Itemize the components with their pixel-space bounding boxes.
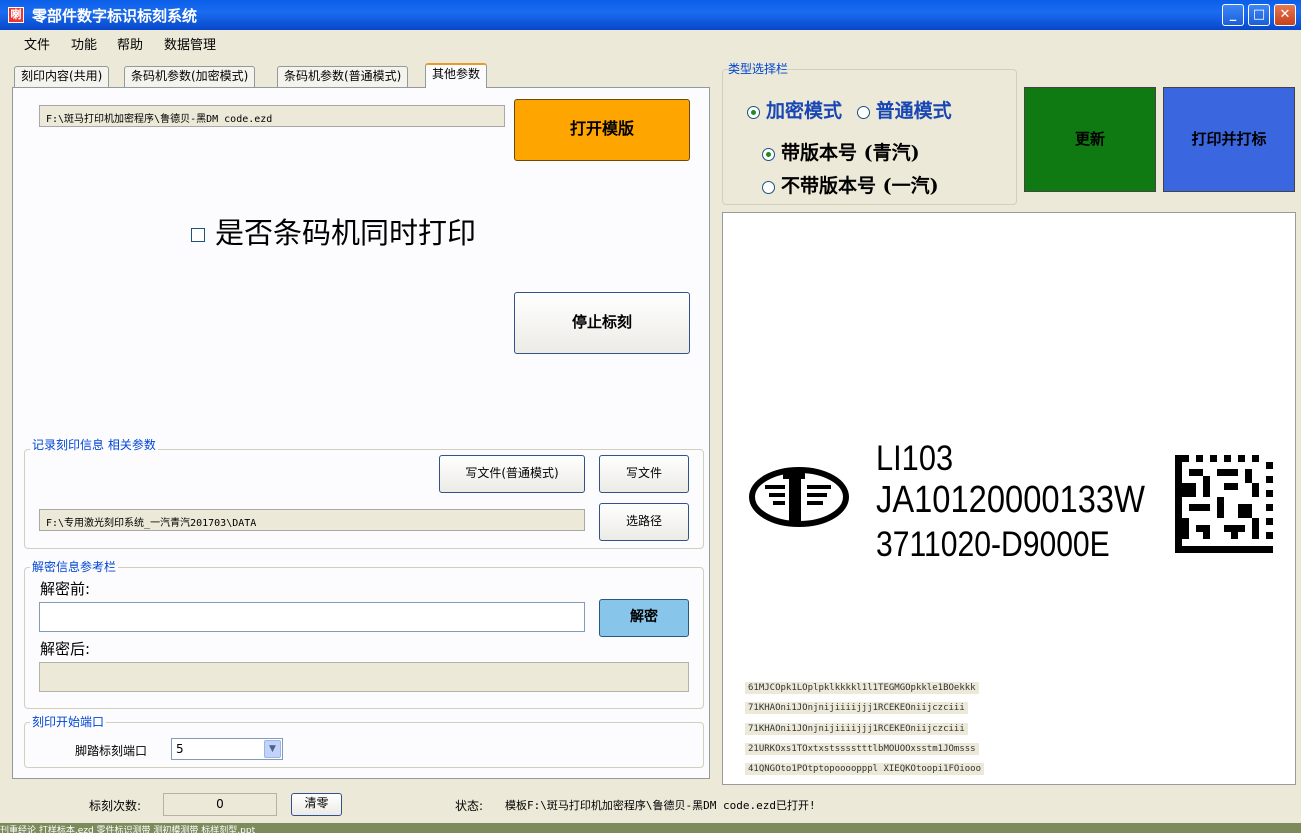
- radio-selected-icon[interactable]: [747, 105, 760, 119]
- data-path-field: F:\专用激光刻印系统_一汽青汽201703\DATA: [39, 509, 585, 531]
- chevron-down-icon[interactable]: ▼: [264, 740, 281, 758]
- menu-help[interactable]: 帮助: [117, 34, 143, 53]
- mark-count-label: 标刻次数:: [89, 799, 142, 813]
- radio-icon[interactable]: [856, 105, 870, 119]
- label-line-part-number: 3711020-D9000E: [876, 525, 1110, 564]
- minimize-button[interactable]: _: [1222, 4, 1244, 26]
- menu-bar: 文件 功能 帮助 数据管理: [0, 30, 1301, 54]
- other-params-panel: F:\斑马打印机加密程序\鲁德贝-黑DM code.ezd 打开模版 是否条码机…: [12, 87, 710, 779]
- write-file-button[interactable]: 写文件: [599, 455, 689, 493]
- decrypt-group-legend: 解密信息参考栏: [30, 558, 119, 575]
- update-button[interactable]: 更新: [1024, 87, 1156, 192]
- window-title: 零部件数字标识标刻系统: [32, 7, 198, 25]
- select-path-button[interactable]: 选路径: [599, 503, 689, 541]
- close-button[interactable]: ✕: [1274, 4, 1296, 26]
- taskbar-strip: 刊重经论 打样标本.ezd 零件标识测带 测初模测带 标样刻型.ppt: [0, 823, 1301, 833]
- radio-icon[interactable]: [762, 180, 775, 194]
- record-group-legend: 记录刻印信息 相关参数: [30, 436, 158, 453]
- menu-data-management[interactable]: 数据管理: [164, 34, 216, 53]
- radio-selected-icon[interactable]: [762, 147, 775, 161]
- code-line-1: 61MJCOpk1LOplpklkkkkl1l1TEGMGOpkkle1BOek…: [745, 682, 979, 694]
- port-group-legend: 刻印开始端口: [30, 713, 107, 730]
- normal-mode-radio[interactable]: 普通模式: [856, 100, 952, 122]
- maximize-button[interactable]: □: [1248, 4, 1270, 26]
- before-decrypt-label: 解密前:: [40, 580, 91, 598]
- code-line-5: 41QNGOto1POtptopoooopppl XIEQKOtoopi1FOi…: [745, 763, 984, 775]
- label-line-model: LI103: [876, 439, 954, 478]
- code-line-3: 71KHAOni1JOnjnijiiiijjj1RCEKEOniijczciii: [745, 723, 968, 735]
- open-template-button[interactable]: 打开模版: [514, 99, 690, 161]
- barcode-sync-label: 是否条码机同时打印: [215, 216, 477, 250]
- after-decrypt-field: [39, 662, 689, 692]
- checkbox-box[interactable]: [191, 228, 205, 242]
- without-version-radio[interactable]: 不带版本号 (一汽): [762, 171, 939, 198]
- write-file-normal-button[interactable]: 写文件(普通模式): [439, 455, 585, 493]
- menu-file[interactable]: 文件: [24, 34, 50, 53]
- faw-logo: [749, 467, 849, 527]
- code-line-4: 21URKOxs1TOxtxstsssstttlbMOUOOxsstm1JOms…: [745, 743, 979, 755]
- without-version-label: 不带版本号 (一汽): [781, 175, 939, 197]
- reset-count-button[interactable]: 清零: [291, 793, 342, 816]
- datamatrix-code: [1175, 455, 1273, 553]
- pedal-port-label: 脚踏标刻端口: [75, 744, 148, 758]
- print-and-mark-button[interactable]: 打印并打标: [1163, 87, 1295, 192]
- with-version-label: 带版本号 (青汽): [781, 142, 920, 164]
- before-decrypt-input[interactable]: [39, 602, 585, 632]
- label-preview: LI103 JA10120000133W 3711020-D9000E 61MJ…: [722, 212, 1296, 785]
- title-bar: 喇 零部件数字标识标刻系统 _ □ ✕: [0, 0, 1301, 30]
- pedal-port-select[interactable]: 5 ▼: [171, 738, 283, 760]
- pedal-port-value: 5: [176, 742, 184, 756]
- code-line-2: 71KHAOni1JOnjnijiiiijjj1RCEKEOniijczciii: [745, 702, 968, 714]
- tab-barcode-normal[interactable]: 条码机参数(普通模式): [277, 66, 409, 87]
- label-line-serial: JA10120000133W: [876, 479, 1145, 521]
- after-decrypt-label: 解密后:: [40, 640, 91, 658]
- type-group-legend: 类型选择栏: [728, 62, 789, 76]
- status-message: 模板F:\斑马打印机加密程序\鲁德贝-黑DM code.ezd已打开!: [505, 799, 816, 812]
- encrypt-mode-radio[interactable]: 加密模式: [747, 100, 842, 122]
- with-version-radio[interactable]: 带版本号 (青汽): [762, 138, 920, 165]
- tab-other-params[interactable]: 其他参数: [425, 63, 488, 88]
- barcode-sync-checkbox[interactable]: 是否条码机同时打印: [191, 210, 476, 252]
- stop-marking-button[interactable]: 停止标刻: [514, 292, 690, 354]
- app-icon: 喇: [8, 7, 24, 23]
- mark-count-field: 0: [163, 793, 277, 816]
- encrypt-mode-label: 加密模式: [766, 100, 843, 122]
- mode-radio-row: 加密模式 普通模式: [747, 96, 952, 123]
- tab-marking-content[interactable]: 刻印内容(共用): [14, 66, 110, 87]
- template-path-field: F:\斑马打印机加密程序\鲁德贝-黑DM code.ezd: [39, 105, 505, 127]
- status-label: 状态:: [455, 799, 484, 813]
- decrypt-button[interactable]: 解密: [599, 599, 689, 637]
- menu-function[interactable]: 功能: [71, 34, 97, 53]
- tab-barcode-encrypted[interactable]: 条码机参数(加密模式): [124, 66, 256, 87]
- normal-mode-label: 普通模式: [875, 100, 952, 122]
